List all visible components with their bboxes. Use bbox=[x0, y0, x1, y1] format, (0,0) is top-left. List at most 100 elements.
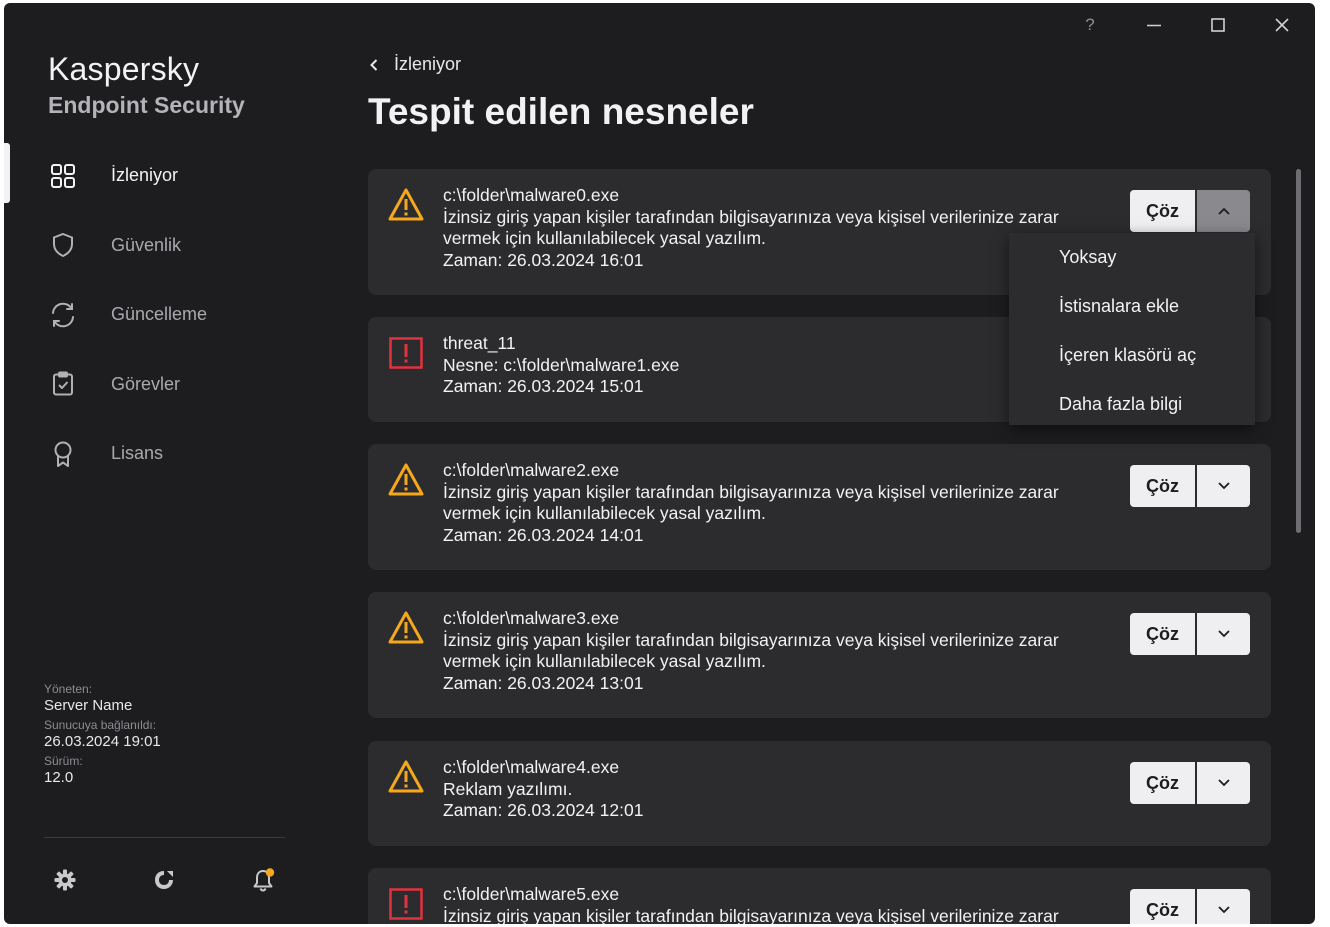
help-button[interactable]: ? bbox=[1070, 13, 1110, 37]
maximize-button[interactable] bbox=[1198, 13, 1238, 37]
settings-button[interactable] bbox=[49, 864, 81, 896]
chevron-down-icon bbox=[1217, 482, 1230, 490]
detection-card: c:\folder\malware3.exe İzinsiz giriş yap… bbox=[368, 592, 1271, 718]
resolve-dropdown-button[interactable] bbox=[1197, 762, 1250, 804]
threat-icon bbox=[389, 337, 423, 369]
resolve-button[interactable]: Çöz bbox=[1130, 190, 1195, 232]
detection-text: threat_11 Nesne: c:\folder\malware1.exe … bbox=[443, 333, 1093, 398]
clipboard-check-icon bbox=[48, 369, 78, 399]
detection-object: c:\folder\malware2.exe bbox=[443, 460, 620, 480]
resolve-dropdown-button[interactable] bbox=[1197, 889, 1250, 924]
notifications-button[interactable] bbox=[247, 864, 279, 896]
maximize-icon bbox=[1211, 18, 1225, 32]
detection-description-cont: vermek için kullanılabilecek yasal yazıl… bbox=[443, 503, 766, 523]
sidebar-item-license[interactable]: Lisans bbox=[4, 419, 344, 489]
ribbon-icon bbox=[48, 439, 78, 469]
detection-text: c:\folder\malware3.exe İzinsiz giriş yap… bbox=[443, 608, 1093, 694]
brand: Kaspersky Endpoint Security bbox=[48, 51, 245, 119]
detection-object: c:\folder\malware4.exe bbox=[443, 757, 620, 777]
product-name: Endpoint Security bbox=[48, 92, 245, 118]
chevron-down-icon bbox=[1217, 779, 1230, 787]
resolve-button[interactable]: Çöz bbox=[1130, 613, 1195, 655]
sidebar-item-security[interactable]: Güvenlik bbox=[4, 211, 344, 281]
detection-description: Reklam yazılımı. bbox=[443, 778, 573, 799]
sidebar-item-label: İzleniyor bbox=[111, 165, 179, 186]
warning-icon bbox=[388, 188, 424, 221]
resolve-split-button: Çöz bbox=[1130, 190, 1250, 232]
detection-time: Zaman: 26.03.2024 12:01 bbox=[443, 800, 644, 820]
sidebar-item-monitoring[interactable]: İzleniyor bbox=[4, 141, 344, 211]
detection-time: Zaman: 26.03.2024 13:01 bbox=[443, 672, 644, 693]
connected-value: 26.03.2024 19:01 bbox=[44, 733, 161, 750]
support-icon bbox=[155, 871, 173, 889]
detection-object: threat_11 bbox=[443, 333, 516, 353]
resolve-button[interactable]: Çöz bbox=[1130, 465, 1195, 507]
sidebar-nav: İzleniyor Güvenlik Güncelleme Görevler L… bbox=[4, 141, 344, 489]
resolve-button[interactable]: Çöz bbox=[1130, 889, 1195, 924]
chevron-left-icon bbox=[370, 58, 378, 71]
version-value: 12.0 bbox=[44, 769, 74, 786]
detection-object: c:\folder\malware3.exe bbox=[443, 608, 620, 628]
threat-icon bbox=[389, 888, 423, 920]
connection-info: Yöneten: Server Name Sunucuya bağlanıldı… bbox=[44, 682, 161, 790]
support-button[interactable] bbox=[148, 864, 180, 896]
breadcrumb-label: İzleniyor bbox=[394, 54, 462, 74]
resolve-dropdown-menu: Yoksay İstisnalara ekle İçeren klasörü a… bbox=[1009, 233, 1255, 425]
resolve-split-button: Çöz bbox=[1130, 613, 1250, 655]
detection-card: c:\folder\malware2.exe İzinsiz giriş yap… bbox=[368, 444, 1271, 570]
chevron-up-icon bbox=[1217, 207, 1230, 215]
resolve-dropdown-button[interactable] bbox=[1197, 190, 1250, 232]
detection-time: Zaman: 26.03.2024 14:01 bbox=[443, 524, 644, 545]
minimize-icon bbox=[1147, 24, 1161, 27]
detection-object: c:\folder\malware0.exe bbox=[443, 185, 620, 205]
settings-icon bbox=[54, 869, 76, 891]
breadcrumb-back[interactable]: İzleniyor bbox=[368, 54, 461, 75]
resolve-button[interactable]: Çöz bbox=[1130, 762, 1195, 804]
detection-text: c:\folder\malware2.exe İzinsiz giriş yap… bbox=[443, 460, 1093, 546]
sidebar-item-tasks[interactable]: Görevler bbox=[4, 350, 344, 420]
scrollbar-thumb[interactable] bbox=[1296, 169, 1301, 533]
detection-description-cont: vermek için kullanılabilecek yasal yazıl… bbox=[443, 651, 766, 671]
warning-icon bbox=[388, 463, 424, 496]
resolve-split-button: Çöz bbox=[1130, 465, 1250, 507]
detection-description: İzinsiz giriş yapan kişiler tarafından b… bbox=[443, 206, 1059, 227]
close-icon bbox=[1275, 18, 1289, 32]
shield-icon bbox=[48, 230, 78, 260]
warning-icon bbox=[388, 611, 424, 644]
menu-item-ignore[interactable]: Yoksay bbox=[1009, 233, 1255, 282]
sidebar-item-label: Güncelleme bbox=[111, 304, 208, 325]
managed-by-label: Yöneten: bbox=[44, 682, 93, 696]
detection-text: c:\folder\malware5.exe İzinsiz giriş yap… bbox=[443, 884, 1093, 924]
sidebar-item-update[interactable]: Güncelleme bbox=[4, 280, 344, 350]
chevron-down-icon bbox=[1217, 630, 1230, 638]
refresh-icon bbox=[48, 300, 78, 330]
detection-time: Zaman: 26.03.2024 16:01 bbox=[443, 249, 644, 270]
sidebar-divider bbox=[44, 837, 285, 838]
resolve-dropdown-button[interactable] bbox=[1197, 613, 1250, 655]
detection-object: c:\folder\malware5.exe bbox=[443, 884, 620, 904]
sidebar-item-label: Güvenlik bbox=[111, 234, 182, 255]
chevron-down-icon bbox=[1217, 906, 1230, 914]
brand-name: Kaspersky bbox=[48, 51, 200, 87]
menu-item-more-info[interactable]: Daha fazla bilgi bbox=[1009, 380, 1255, 429]
close-button[interactable] bbox=[1262, 13, 1302, 37]
detection-card: c:\folder\malware5.exe İzinsiz giriş yap… bbox=[368, 868, 1271, 924]
resolve-split-button: Çöz bbox=[1130, 889, 1250, 924]
connected-label: Sunucuya bağlanıldı: bbox=[44, 718, 157, 732]
dashboard-icon bbox=[48, 161, 78, 191]
detection-description: Nesne: c:\folder\malware1.exe bbox=[443, 354, 680, 375]
detection-description: İzinsiz giriş yapan kişiler tarafından b… bbox=[443, 905, 1059, 925]
detection-text: c:\folder\malware4.exe Reklam yazılımı. … bbox=[443, 757, 1093, 822]
menu-item-open-folder[interactable]: İçeren klasörü aç bbox=[1009, 331, 1255, 380]
detection-description: İzinsiz giriş yapan kişiler tarafından b… bbox=[443, 629, 1059, 650]
detection-text: c:\folder\malware0.exe İzinsiz giriş yap… bbox=[443, 185, 1093, 271]
resolve-dropdown-button[interactable] bbox=[1197, 465, 1250, 507]
menu-item-add-exclusion[interactable]: İstisnalara ekle bbox=[1009, 282, 1255, 331]
detection-time: Zaman: 26.03.2024 15:01 bbox=[443, 376, 644, 396]
help-icon: ? bbox=[1085, 15, 1095, 34]
minimize-button[interactable] bbox=[1134, 13, 1174, 37]
detection-card: c:\folder\malware4.exe Reklam yazılımı. … bbox=[368, 741, 1271, 846]
sidebar-item-label: Görevler bbox=[111, 373, 181, 394]
detection-description-cont: vermek için kullanılabilecek yasal yazıl… bbox=[443, 228, 766, 248]
managed-by-value: Server Name bbox=[44, 697, 133, 714]
